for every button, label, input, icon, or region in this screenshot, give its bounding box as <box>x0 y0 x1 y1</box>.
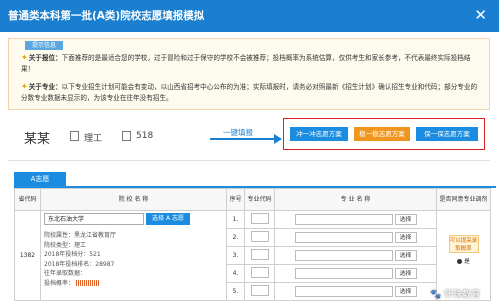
note-admission: ✦关于报位：下面推荐的是最适合您的学校，过于冒险和过于保守的学校不会被推荐；投档… <box>21 53 481 74</box>
major-name-field[interactable] <box>294 250 393 261</box>
dialog-window: 普通类本科第一批(A类)院校志愿填报模拟 ✕ 提示信息 ✦关于报位：下面推荐的是… <box>0 0 499 306</box>
choose-major-button[interactable]: 选择 <box>394 286 417 297</box>
major-name-cell: 选择 <box>274 282 437 301</box>
school-plan: 2018年投档分：521 <box>44 251 101 258</box>
header-school-name: 院 校 名 称 <box>40 188 227 211</box>
lightbulb-icon: ✦ <box>21 82 28 91</box>
province-code-cell: 1382 <box>14 210 41 301</box>
score-icon <box>122 131 131 141</box>
major-code-field[interactable] <box>250 231 269 242</box>
notice-tag: 提示信息 <box>25 41 63 50</box>
choose-major-button[interactable]: 选择 <box>394 232 417 243</box>
major-name-cell: 选择 <box>274 246 437 265</box>
choose-major-button[interactable]: 选择 <box>394 214 417 225</box>
admission-probability: 投档概率： <box>44 279 223 288</box>
note-admission-text: 下面推荐的是最适合您的学校，过于冒险和过于保守的学校不会被推荐；投档概率为系统估… <box>21 54 471 73</box>
adjust-hint: 可以提高录取概率 <box>448 235 479 253</box>
safe-plan-button[interactable]: 保一保志愿方案 <box>416 127 478 141</box>
watermark: 🐾 怀珠教育 <box>430 290 481 300</box>
notice-panel: 提示信息 ✦关于报位：下面推荐的是最适合您的学校，过于冒险和过于保守的学校不会被… <box>8 38 490 110</box>
note-admission-label: 关于报位： <box>28 54 62 62</box>
adjust-yes-label: 是 <box>464 259 470 265</box>
major-code-field[interactable] <box>250 267 269 278</box>
major-seq: 4. <box>226 264 245 283</box>
rush-plan-button[interactable]: 冲一冲志愿方案 <box>290 127 348 141</box>
probability-label: 投档概率： <box>44 279 75 287</box>
major-seq: 5. <box>226 282 245 301</box>
note-major: ✦关于专业：以下专业招生计划可能会有变动，以山西省招考中心公布的为准；实际填报时… <box>21 82 481 103</box>
pick-school-button[interactable]: 选择 A 志愿 <box>146 213 190 225</box>
arrow-right-icon <box>274 134 282 144</box>
major-code-field[interactable] <box>250 285 269 296</box>
header-major-name: 专 业 名 称 <box>274 188 437 211</box>
student-score: 518 <box>136 131 154 141</box>
major-seq: 1. <box>226 210 245 229</box>
header-major-code: 专业代码 <box>244 188 275 211</box>
title-bar: 普通类本科第一批(A类)院校志愿填报模拟 ✕ <box>0 0 499 32</box>
divider <box>8 160 490 161</box>
lightbulb-icon: ✦ <box>21 53 28 62</box>
major-name-field[interactable] <box>294 232 393 243</box>
header-province-code: 省代码 <box>14 188 41 211</box>
major-code-cell <box>244 210 275 229</box>
steady-plan-button[interactable]: 稳一稳志愿方案 <box>354 127 410 141</box>
major-code-cell <box>244 264 275 283</box>
major-code-field[interactable] <box>250 249 269 260</box>
adjust-yes-radio[interactable]: 是 <box>437 256 490 265</box>
choose-major-button[interactable]: 选择 <box>394 268 417 279</box>
school-type: 院校类型：理工 <box>44 241 87 249</box>
radio-checked-icon <box>457 259 463 264</box>
plan-buttons-group: 冲一冲志愿方案 稳一稳志愿方案 保一保志愿方案 <box>283 118 485 150</box>
header-seq: 序号 <box>226 188 245 211</box>
major-code-cell <box>244 246 275 265</box>
major-name-field[interactable] <box>294 268 393 279</box>
note-major-label: 关于专业： <box>28 83 62 91</box>
major-seq: 3. <box>226 246 245 265</box>
choose-major-button[interactable]: 选择 <box>394 250 417 261</box>
major-code-cell <box>244 282 275 301</box>
school-attr: 院校属性：黑龙江省教育厅 <box>44 232 117 239</box>
major-seq: 2. <box>226 228 245 247</box>
volunteer-table: 省代码 院 校 名 称 序号 专业代码 专 业 名 称 是否同意专业调剂 138… <box>14 186 496 306</box>
major-code-field[interactable] <box>250 213 269 224</box>
major-name-cell: 选择 <box>274 210 437 229</box>
major-name-cell: 选择 <box>274 264 437 283</box>
note-major-text: 以下专业招生计划可能会有变动，以山西省招考中心公布的为准；实际填报时，请务必对照… <box>21 83 478 102</box>
major-name-field[interactable] <box>294 286 393 297</box>
school-history[interactable]: 往年录取数据： <box>44 269 223 279</box>
student-track: 理工 <box>84 134 103 144</box>
school-cell: 东北石油大学 选择 A 志愿 院校属性：黑龙江省教育厅 院校类型：理工 2018年… <box>40 210 227 301</box>
major-code-cell <box>244 228 275 247</box>
school-rank: 2018年投档排名：28987 <box>44 260 115 268</box>
table-row: 1382 东北石油大学 选择 A 志愿 院校属性：黑龙江省教育厅 院校类型：理工 … <box>14 210 491 301</box>
probability-bars <box>76 280 101 286</box>
school-name-field[interactable]: 东北石油大学 <box>44 213 144 225</box>
tab-volunteer-a[interactable]: A志愿 <box>14 172 66 186</box>
document-icon <box>70 131 79 141</box>
close-icon[interactable]: ✕ <box>474 7 487 23</box>
major-name-field[interactable] <box>294 214 393 225</box>
student-name: 某某 <box>24 132 51 147</box>
window-title: 普通类本科第一批(A类)院校志愿填报模拟 <box>8 10 205 22</box>
header-adjust: 是否同意专业调剂 <box>436 188 491 211</box>
arrow-line <box>210 138 276 140</box>
major-name-cell: 选择 <box>274 228 437 247</box>
